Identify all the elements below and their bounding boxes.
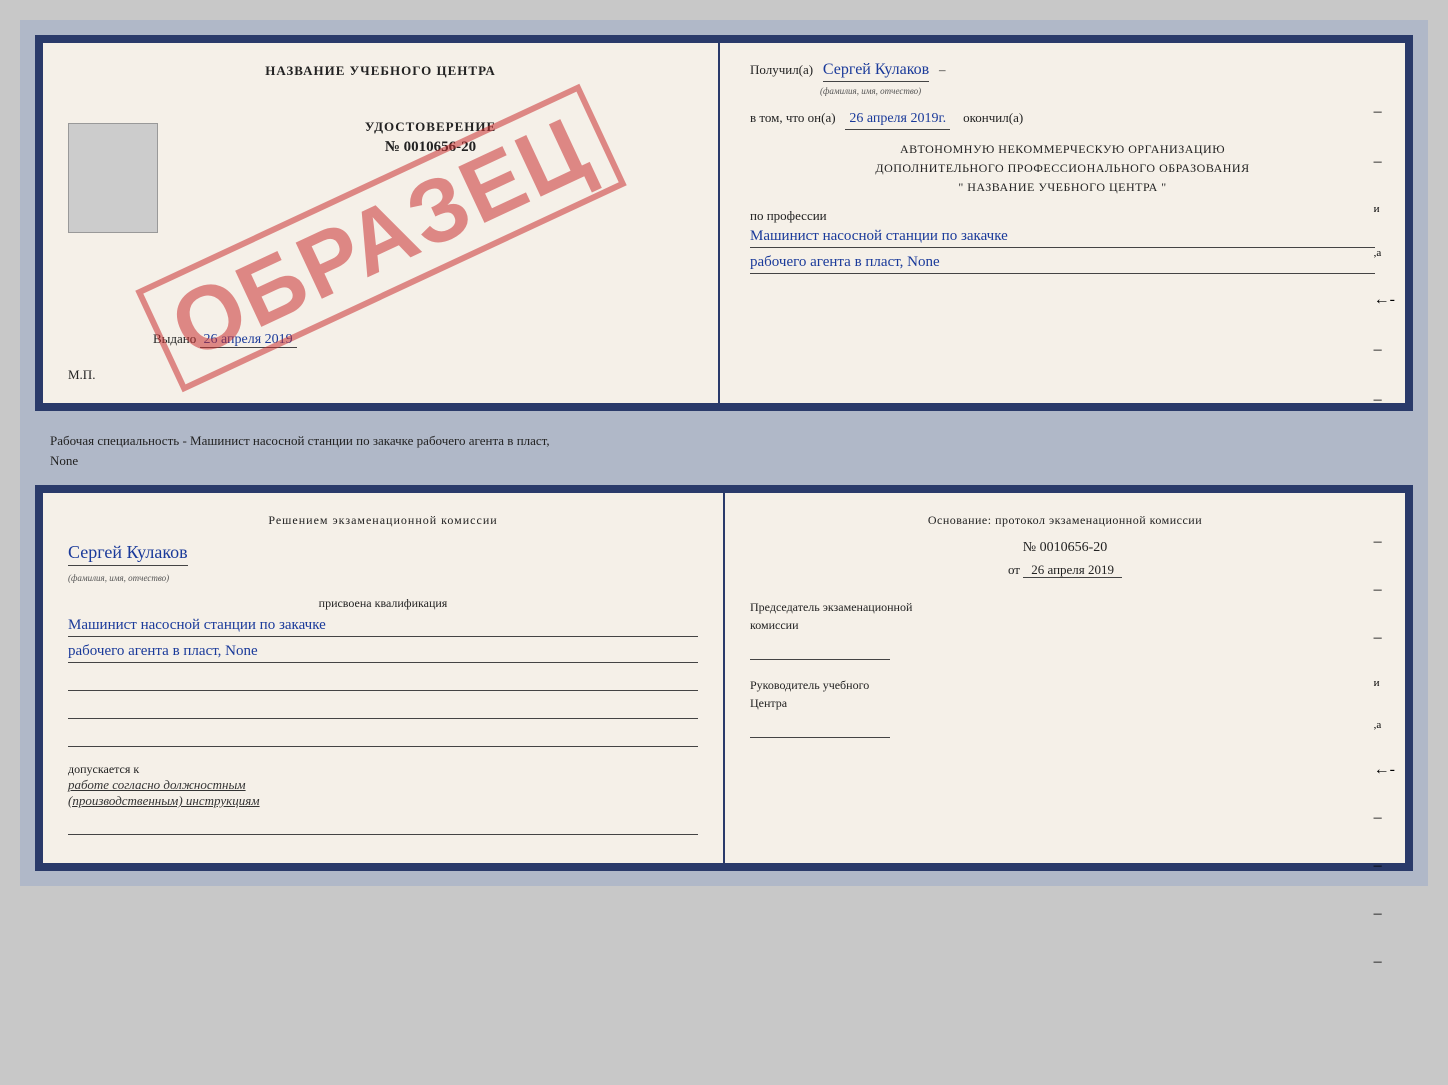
udostoverenie-number: № 0010656-20 [168, 139, 693, 156]
diploma-right: Получил(а) Сергей Кулаков – (фамилия, им… [720, 43, 1405, 403]
dopuskaetsya-label: допускается к [68, 762, 139, 776]
okonchil-label: окончил(а) [963, 110, 1023, 125]
diploma-left: НАЗВАНИЕ УЧЕБНОГО ЦЕНТРА УДОСТОВЕРЕНИЕ №… [43, 43, 720, 403]
dopuskaetsya-block: допускается к работе согласно должностны… [68, 762, 698, 809]
po-professii-label: по профессии [750, 208, 1375, 224]
mp-label: М.П. [68, 367, 95, 383]
osnovaniye-label: Основание: протокол экзаменационной коми… [928, 513, 1202, 527]
page-wrapper: НАЗВАНИЕ УЧЕБНОГО ЦЕНТРА УДОСТОВЕРЕНИЕ №… [20, 20, 1428, 886]
org-block: АВТОНОМНУЮ НЕКОММЕРЧЕСКУЮ ОРГАНИЗАЦИЮ ДО… [750, 140, 1375, 198]
qual-line2: рабочего агента в пласт, None [68, 643, 698, 663]
protocol-number: № 0010656-20 [750, 540, 1380, 556]
underline3 [68, 727, 698, 747]
qual-line1: Машинист насосной станции по закачке [68, 617, 698, 637]
right-dashes: – – и ,а ←- – – [1374, 103, 1395, 409]
rukovoditel-podpis-line [750, 718, 890, 738]
middle-text-content: Рабочая специальность - Машинист насосно… [50, 433, 550, 468]
cert-title: НАЗВАНИЕ УЧЕБНОГО ЦЕНТРА [68, 63, 693, 79]
underline4 [68, 815, 698, 835]
ot-label: от [1008, 562, 1020, 577]
org-line2: ДОПОЛНИТЕЛЬНОГО ПРОФЕССИОНАЛЬНОГО ОБРАЗО… [750, 159, 1375, 178]
udostoverenie-block: УДОСТОВЕРЕНИЕ № 0010656-20 [168, 119, 693, 156]
underline2 [68, 699, 698, 719]
ot-date: 26 апреля 2019 [1023, 562, 1122, 578]
vydano-line: Выдано 26 апреля 2019 [153, 331, 297, 348]
resheniem-text: Решением экзаменационной комиссии [68, 513, 698, 528]
familiya-label-top: (фамилия, имя, отчество) [820, 86, 921, 96]
predsedatel-podpis-line [750, 640, 890, 660]
vtom-label: в том, что он(а) [750, 110, 836, 125]
udostoverenie-label: УДОСТОВЕРЕНИЕ [168, 119, 693, 135]
diploma-bottom-right: Основание: протокол экзаменационной коми… [725, 493, 1405, 863]
underline1 [68, 671, 698, 691]
diploma-bottom-left: Решением экзаменационной комиссии Сергей… [43, 493, 725, 863]
prisvoyena-label: присвоена квалификация [68, 596, 698, 611]
vydano-date: 26 апреля 2019 [200, 332, 297, 348]
diploma-bottom: Решением экзаменационной комиссии Сергей… [35, 485, 1413, 871]
poluchil-line: Получил(а) Сергей Кулаков – (фамилия, им… [750, 61, 1375, 98]
profession-line2: рабочего агента в пласт, None [750, 254, 1375, 274]
vydano-label: Выдано [153, 331, 196, 346]
recipient-name: Сергей Кулаков [823, 61, 929, 82]
predsedatel-block: Председатель экзаменационнойкомиссии [750, 598, 1380, 660]
predsedatel-label: Председатель экзаменационнойкомиссии [750, 600, 912, 632]
poluchil-label: Получил(а) [750, 62, 813, 77]
bottom-name-block: Сергей Кулаков (фамилия, имя, отчество) [68, 542, 698, 586]
dopuskaetsya-work: работе согласно должностным(производстве… [68, 777, 698, 809]
org-line1: АВТОНОМНУЮ НЕКОММЕРЧЕСКУЮ ОРГАНИЗАЦИЮ [750, 140, 1375, 159]
bottom-right-dashes: – – – и ,а ←- – – – – [1374, 533, 1395, 971]
profession-line1: Машинист насосной станции по закачке [750, 228, 1375, 248]
org-line3: " НАЗВАНИЕ УЧЕБНОГО ЦЕНТРА " [750, 178, 1375, 197]
rukovoditel-block: Руководитель учебногоЦентра [750, 676, 1380, 738]
rukovoditel-label: Руководитель учебногоЦентра [750, 678, 869, 710]
completion-date: 26 апреля 2019г. [845, 111, 950, 130]
number-label: № 0010656-20 [1023, 540, 1108, 555]
bottom-name: Сергей Кулаков [68, 542, 188, 566]
osnovaniye-block: Основание: протокол экзаменационной коми… [750, 513, 1380, 528]
photo-placeholder [68, 123, 158, 233]
diploma-top: НАЗВАНИЕ УЧЕБНОГО ЦЕНТРА УДОСТОВЕРЕНИЕ №… [35, 35, 1413, 411]
ot-date-block: от 26 апреля 2019 [750, 562, 1380, 578]
middle-text: Рабочая специальность - Машинист насосно… [35, 421, 1413, 475]
vtom-line: в том, что он(а) 26 апреля 2019г. окончи… [750, 110, 1375, 130]
bottom-familiya-label: (фамилия, имя, отчество) [68, 573, 169, 583]
